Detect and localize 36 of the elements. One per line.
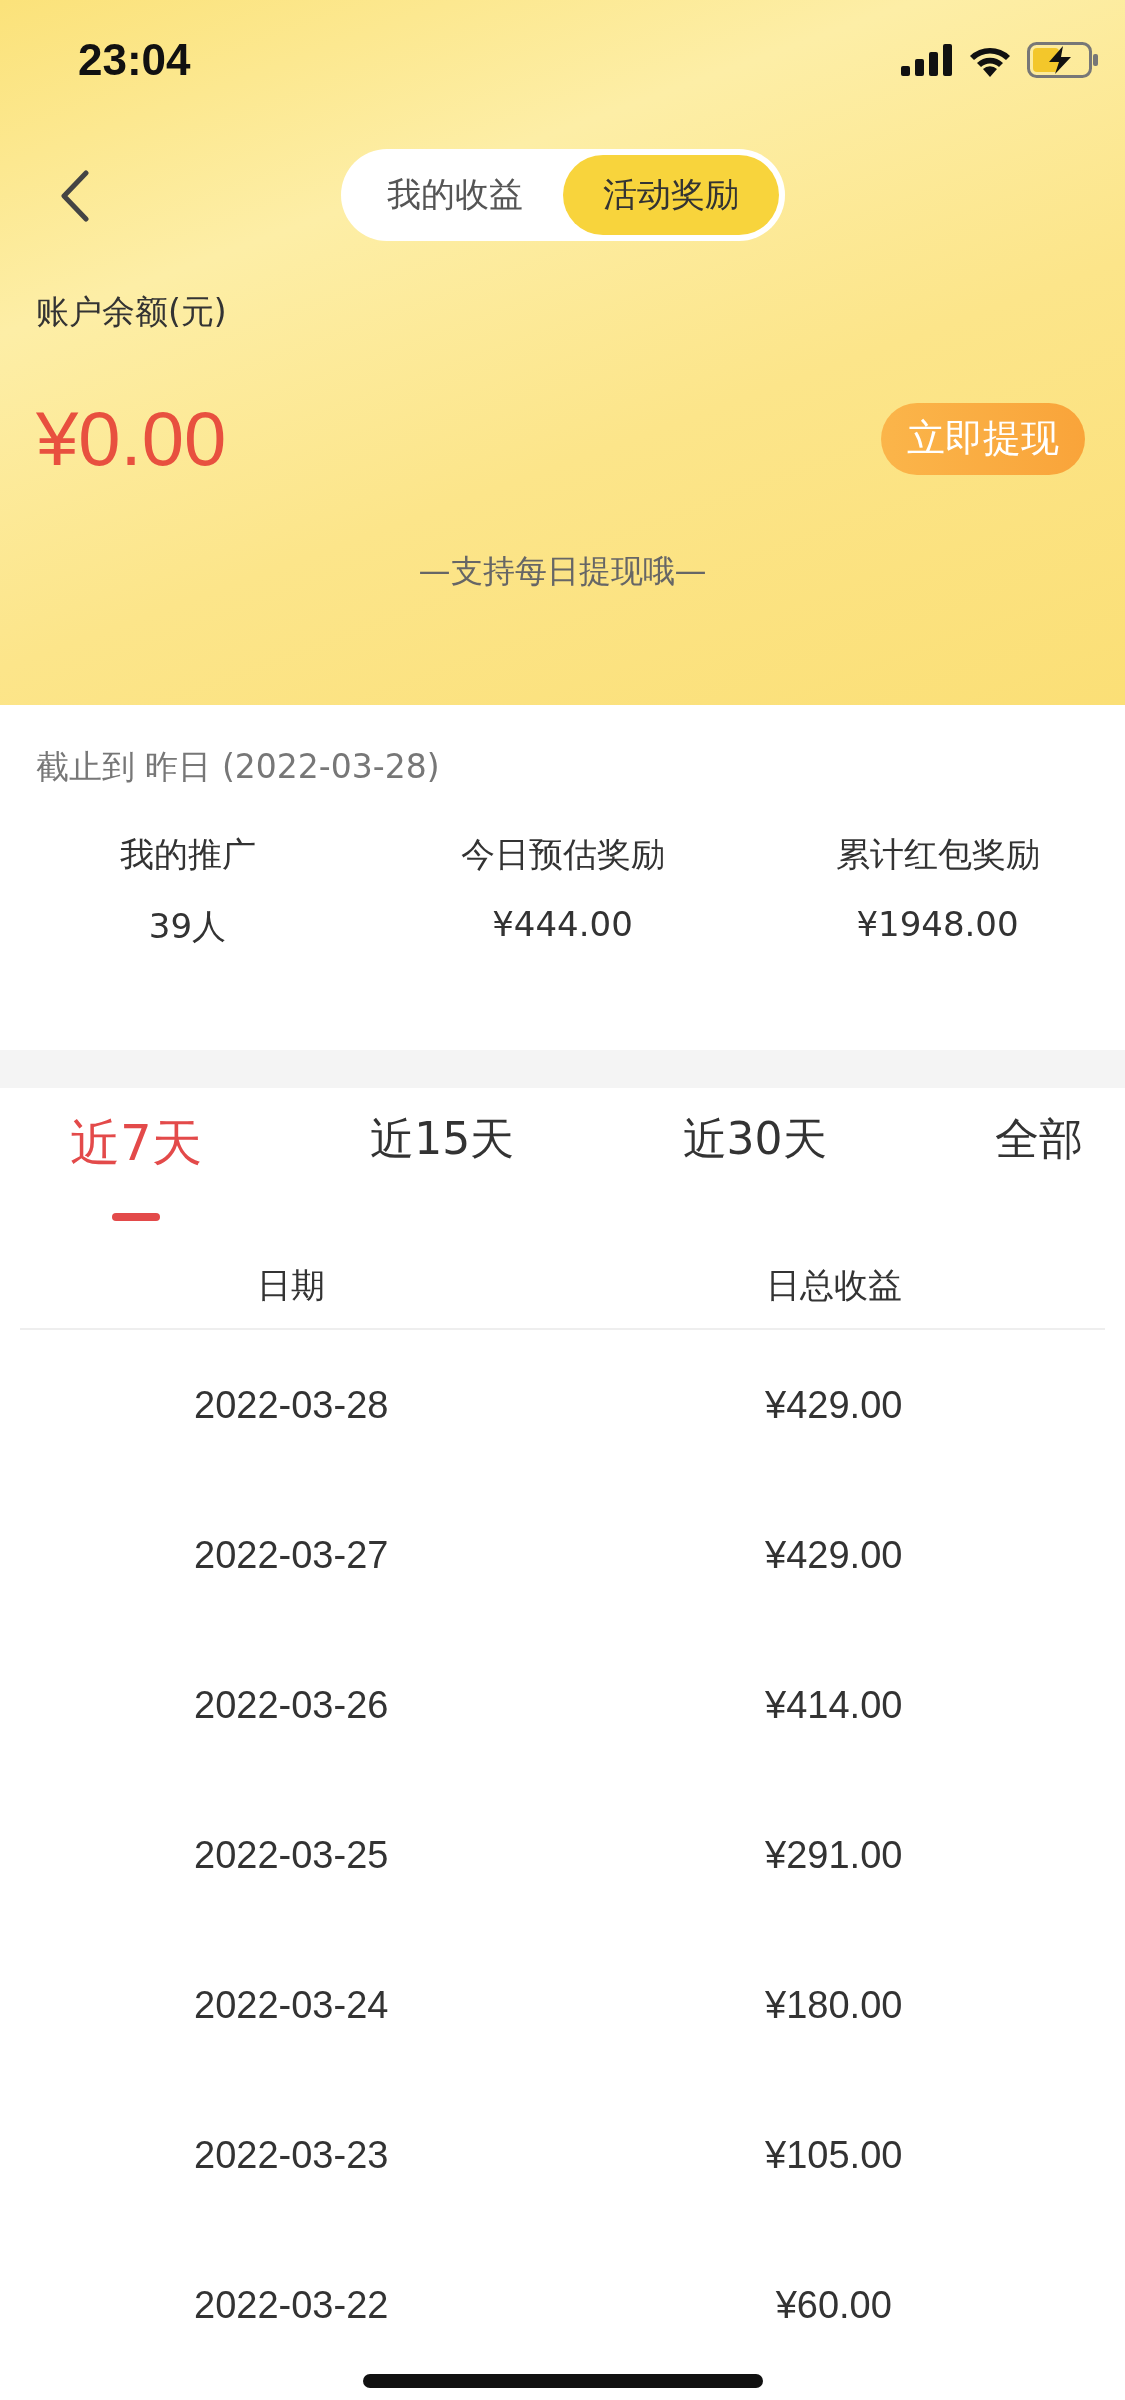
table-cell: 2022-03-25 (194, 1833, 389, 1877)
range-tab[interactable]: 近15天 (370, 1088, 515, 1169)
table-cell: 2022-03-24 (194, 1983, 389, 2027)
stat-label: 我的推广 (119, 833, 256, 876)
segment-tab[interactable]: 活动奖励 (562, 155, 779, 235)
balance-label: 账户余额(元) (36, 291, 228, 333)
stat-label: 今日预估奖励 (460, 833, 665, 876)
table-cell: ¥429.00 (765, 1533, 903, 1577)
range-tab[interactable]: 近7天 (70, 1088, 202, 1221)
table-cell: ¥180.00 (765, 1983, 903, 2027)
table-cell: 2022-03-22 (194, 2283, 389, 2327)
table-cell: ¥105.00 (765, 2133, 903, 2177)
status-time: 23:04 (78, 35, 191, 85)
stat-value: ¥1948.00 (856, 904, 1019, 944)
segment-tab[interactable]: 我的收益 (346, 155, 563, 235)
table-cell: 2022-03-27 (194, 1533, 389, 1577)
balance-amount: ¥0.00 (36, 395, 227, 482)
table-cell: 2022-03-28 (194, 1383, 389, 1427)
table-cell: 2022-03-26 (194, 1683, 389, 1727)
range-tab[interactable]: 全部 (995, 1088, 1083, 1169)
table-cell: ¥429.00 (765, 1383, 903, 1427)
stat-value: 39人 (148, 905, 227, 948)
as-of-date: 截止到 昨日 (2022-03-28) (36, 746, 441, 788)
back-icon[interactable] (60, 170, 90, 222)
table-cell: ¥60.00 (775, 2283, 892, 2327)
table-cell: 2022-03-23 (194, 2133, 389, 2177)
signal-icon (901, 44, 953, 76)
column-header: 日期 (257, 1263, 326, 1307)
table-cell: ¥291.00 (765, 1833, 903, 1877)
table-cell: ¥414.00 (765, 1683, 903, 1727)
column-header: 日总收益 (765, 1263, 902, 1307)
range-tab[interactable]: 近30天 (682, 1088, 827, 1169)
withdraw-note: —支持每日提现哦— (417, 551, 708, 592)
battery-charging-icon (1027, 42, 1099, 78)
stat-value: ¥444.00 (492, 904, 633, 944)
stat-label: 累计红包奖励 (835, 833, 1040, 876)
